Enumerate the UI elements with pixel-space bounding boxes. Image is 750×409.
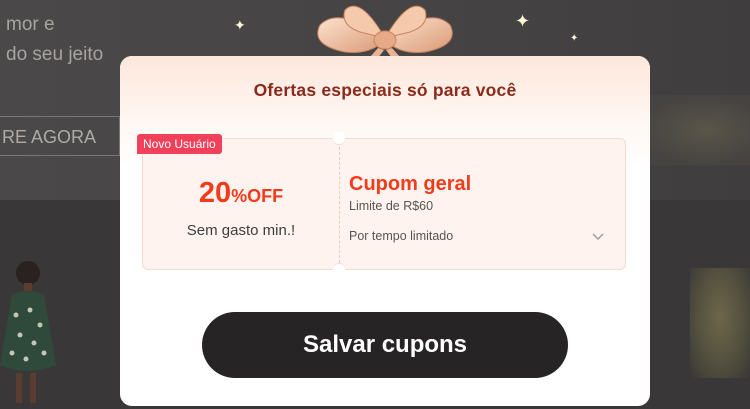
coupon-card[interactable]: 20%OFF Sem gasto min.! Cupom geral Limit… bbox=[142, 132, 626, 276]
hero-text: mor e do seu jeito bbox=[6, 10, 103, 70]
hero-line-1: mor e bbox=[6, 14, 55, 35]
discount-amount: 20 bbox=[198, 177, 232, 209]
coupon-validity: Por tempo limitado bbox=[349, 229, 454, 243]
hero-line-2: do seu jeito bbox=[6, 44, 104, 65]
coupon-divider bbox=[339, 147, 340, 263]
coupon-notch bbox=[333, 263, 345, 276]
sparkle-icon: ✦ bbox=[570, 33, 579, 44]
special-offers-modal: Ofertas especiais só para você 20%OFF Se… bbox=[120, 56, 650, 406]
new-user-badge: Novo Usuário bbox=[137, 134, 222, 154]
sparkle-icon: ✦ bbox=[234, 17, 246, 33]
chevron-down-icon[interactable] bbox=[591, 229, 605, 243]
discount-suffix: %OFF bbox=[231, 186, 284, 206]
min-spend-text: Sem gasto min.! bbox=[186, 222, 296, 239]
discount-value: 20%OFF bbox=[143, 177, 339, 210]
modal-title: Ofertas especiais só para você bbox=[253, 80, 517, 100]
save-coupons-button[interactable]: Salvar cupons bbox=[202, 312, 568, 378]
coupon-notch bbox=[333, 132, 345, 145]
coupon-name: Cupom geral bbox=[349, 173, 472, 195]
sparkle-icon: ✦ bbox=[515, 11, 531, 31]
hero-product-image bbox=[640, 95, 750, 165]
coupon-limit: Limite de R$60 bbox=[349, 199, 434, 213]
shop-now-button[interactable]: RE AGORA bbox=[0, 116, 120, 156]
toy-product-image bbox=[690, 268, 750, 378]
child-model-image bbox=[0, 261, 56, 403]
